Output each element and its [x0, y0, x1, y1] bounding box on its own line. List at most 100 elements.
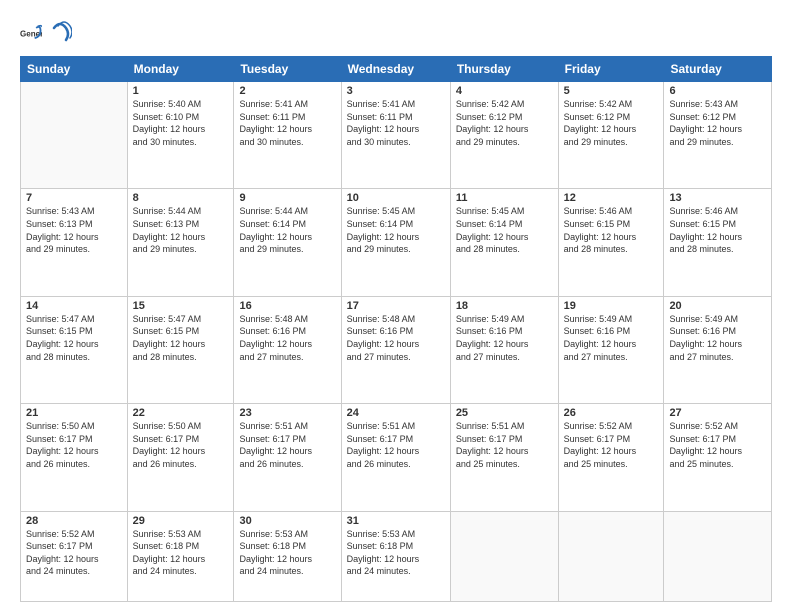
generalblue-logo-icon: General [20, 22, 42, 44]
weekday-header-tuesday: Tuesday [234, 57, 341, 82]
calendar-cell: 1Sunrise: 5:40 AM Sunset: 6:10 PM Daylig… [127, 82, 234, 189]
day-number: 28 [26, 515, 122, 527]
day-number: 10 [347, 192, 445, 204]
day-number: 26 [564, 407, 659, 419]
calendar-cell: 30Sunrise: 5:53 AM Sunset: 6:18 PM Dayli… [234, 511, 341, 601]
day-info: Sunrise: 5:52 AM Sunset: 6:17 PM Dayligh… [669, 420, 766, 470]
calendar-cell: 15Sunrise: 5:47 AM Sunset: 6:15 PM Dayli… [127, 296, 234, 403]
calendar-cell: 9Sunrise: 5:44 AM Sunset: 6:14 PM Daylig… [234, 189, 341, 296]
calendar-cell: 3Sunrise: 5:41 AM Sunset: 6:11 PM Daylig… [341, 82, 450, 189]
calendar-cell: 11Sunrise: 5:45 AM Sunset: 6:14 PM Dayli… [450, 189, 558, 296]
day-number: 6 [669, 85, 766, 97]
calendar-cell: 27Sunrise: 5:52 AM Sunset: 6:17 PM Dayli… [664, 404, 772, 511]
calendar-cell: 22Sunrise: 5:50 AM Sunset: 6:17 PM Dayli… [127, 404, 234, 511]
logo-wave-icon [52, 18, 72, 48]
day-number: 30 [239, 515, 335, 527]
weekday-header-sunday: Sunday [21, 57, 128, 82]
day-info: Sunrise: 5:42 AM Sunset: 6:12 PM Dayligh… [456, 98, 553, 148]
day-number: 21 [26, 407, 122, 419]
day-number: 14 [26, 300, 122, 312]
calendar-cell [21, 82, 128, 189]
day-number: 29 [133, 515, 229, 527]
calendar-cell [450, 511, 558, 601]
calendar-cell: 5Sunrise: 5:42 AM Sunset: 6:12 PM Daylig… [558, 82, 664, 189]
day-number: 4 [456, 85, 553, 97]
calendar-cell: 14Sunrise: 5:47 AM Sunset: 6:15 PM Dayli… [21, 296, 128, 403]
calendar-cell [558, 511, 664, 601]
day-number: 3 [347, 85, 445, 97]
day-number: 24 [347, 407, 445, 419]
day-info: Sunrise: 5:48 AM Sunset: 6:16 PM Dayligh… [239, 313, 335, 363]
calendar-week-row: 28Sunrise: 5:52 AM Sunset: 6:17 PM Dayli… [21, 511, 772, 601]
calendar-cell: 7Sunrise: 5:43 AM Sunset: 6:13 PM Daylig… [21, 189, 128, 296]
day-info: Sunrise: 5:51 AM Sunset: 6:17 PM Dayligh… [456, 420, 553, 470]
day-number: 1 [133, 85, 229, 97]
calendar-cell: 13Sunrise: 5:46 AM Sunset: 6:15 PM Dayli… [664, 189, 772, 296]
weekday-header-friday: Friday [558, 57, 664, 82]
calendar-cell: 18Sunrise: 5:49 AM Sunset: 6:16 PM Dayli… [450, 296, 558, 403]
day-info: Sunrise: 5:52 AM Sunset: 6:17 PM Dayligh… [564, 420, 659, 470]
calendar-cell: 29Sunrise: 5:53 AM Sunset: 6:18 PM Dayli… [127, 511, 234, 601]
day-number: 15 [133, 300, 229, 312]
calendar-cell: 8Sunrise: 5:44 AM Sunset: 6:13 PM Daylig… [127, 189, 234, 296]
day-info: Sunrise: 5:49 AM Sunset: 6:16 PM Dayligh… [456, 313, 553, 363]
calendar-cell: 6Sunrise: 5:43 AM Sunset: 6:12 PM Daylig… [664, 82, 772, 189]
day-number: 25 [456, 407, 553, 419]
calendar-cell: 17Sunrise: 5:48 AM Sunset: 6:16 PM Dayli… [341, 296, 450, 403]
calendar-table: SundayMondayTuesdayWednesdayThursdayFrid… [20, 56, 772, 602]
calendar-cell: 2Sunrise: 5:41 AM Sunset: 6:11 PM Daylig… [234, 82, 341, 189]
weekday-header-monday: Monday [127, 57, 234, 82]
day-info: Sunrise: 5:40 AM Sunset: 6:10 PM Dayligh… [133, 98, 229, 148]
day-number: 9 [239, 192, 335, 204]
day-info: Sunrise: 5:51 AM Sunset: 6:17 PM Dayligh… [239, 420, 335, 470]
calendar-cell: 24Sunrise: 5:51 AM Sunset: 6:17 PM Dayli… [341, 404, 450, 511]
day-number: 19 [564, 300, 659, 312]
day-info: Sunrise: 5:53 AM Sunset: 6:18 PM Dayligh… [239, 528, 335, 578]
day-info: Sunrise: 5:43 AM Sunset: 6:13 PM Dayligh… [26, 205, 122, 255]
calendar-week-row: 7Sunrise: 5:43 AM Sunset: 6:13 PM Daylig… [21, 189, 772, 296]
day-info: Sunrise: 5:49 AM Sunset: 6:16 PM Dayligh… [669, 313, 766, 363]
day-number: 17 [347, 300, 445, 312]
day-info: Sunrise: 5:45 AM Sunset: 6:14 PM Dayligh… [456, 205, 553, 255]
day-info: Sunrise: 5:46 AM Sunset: 6:15 PM Dayligh… [669, 205, 766, 255]
day-info: Sunrise: 5:52 AM Sunset: 6:17 PM Dayligh… [26, 528, 122, 578]
calendar-cell: 26Sunrise: 5:52 AM Sunset: 6:17 PM Dayli… [558, 404, 664, 511]
day-info: Sunrise: 5:47 AM Sunset: 6:15 PM Dayligh… [133, 313, 229, 363]
calendar-cell: 31Sunrise: 5:53 AM Sunset: 6:18 PM Dayli… [341, 511, 450, 601]
day-number: 13 [669, 192, 766, 204]
day-number: 5 [564, 85, 659, 97]
weekday-header-wednesday: Wednesday [341, 57, 450, 82]
calendar-week-row: 1Sunrise: 5:40 AM Sunset: 6:10 PM Daylig… [21, 82, 772, 189]
calendar-cell: 21Sunrise: 5:50 AM Sunset: 6:17 PM Dayli… [21, 404, 128, 511]
calendar-cell: 4Sunrise: 5:42 AM Sunset: 6:12 PM Daylig… [450, 82, 558, 189]
day-info: Sunrise: 5:48 AM Sunset: 6:16 PM Dayligh… [347, 313, 445, 363]
day-info: Sunrise: 5:49 AM Sunset: 6:16 PM Dayligh… [564, 313, 659, 363]
day-info: Sunrise: 5:41 AM Sunset: 6:11 PM Dayligh… [239, 98, 335, 148]
calendar-cell [664, 511, 772, 601]
day-number: 16 [239, 300, 335, 312]
svg-text:General: General [20, 30, 42, 39]
page: General SundayMondayTuesdayWednesdayThur… [0, 0, 792, 612]
day-info: Sunrise: 5:42 AM Sunset: 6:12 PM Dayligh… [564, 98, 659, 148]
calendar-cell: 25Sunrise: 5:51 AM Sunset: 6:17 PM Dayli… [450, 404, 558, 511]
day-number: 11 [456, 192, 553, 204]
calendar-cell: 23Sunrise: 5:51 AM Sunset: 6:17 PM Dayli… [234, 404, 341, 511]
calendar-cell: 19Sunrise: 5:49 AM Sunset: 6:16 PM Dayli… [558, 296, 664, 403]
day-info: Sunrise: 5:47 AM Sunset: 6:15 PM Dayligh… [26, 313, 122, 363]
weekday-header-row: SundayMondayTuesdayWednesdayThursdayFrid… [21, 57, 772, 82]
weekday-header-saturday: Saturday [664, 57, 772, 82]
calendar-cell: 12Sunrise: 5:46 AM Sunset: 6:15 PM Dayli… [558, 189, 664, 296]
day-info: Sunrise: 5:46 AM Sunset: 6:15 PM Dayligh… [564, 205, 659, 255]
day-info: Sunrise: 5:53 AM Sunset: 6:18 PM Dayligh… [347, 528, 445, 578]
calendar-cell: 20Sunrise: 5:49 AM Sunset: 6:16 PM Dayli… [664, 296, 772, 403]
day-info: Sunrise: 5:44 AM Sunset: 6:14 PM Dayligh… [239, 205, 335, 255]
day-info: Sunrise: 5:53 AM Sunset: 6:18 PM Dayligh… [133, 528, 229, 578]
day-number: 23 [239, 407, 335, 419]
calendar-week-row: 14Sunrise: 5:47 AM Sunset: 6:15 PM Dayli… [21, 296, 772, 403]
day-info: Sunrise: 5:41 AM Sunset: 6:11 PM Dayligh… [347, 98, 445, 148]
day-number: 8 [133, 192, 229, 204]
calendar-cell: 10Sunrise: 5:45 AM Sunset: 6:14 PM Dayli… [341, 189, 450, 296]
day-info: Sunrise: 5:45 AM Sunset: 6:14 PM Dayligh… [347, 205, 445, 255]
weekday-header-thursday: Thursday [450, 57, 558, 82]
day-info: Sunrise: 5:51 AM Sunset: 6:17 PM Dayligh… [347, 420, 445, 470]
